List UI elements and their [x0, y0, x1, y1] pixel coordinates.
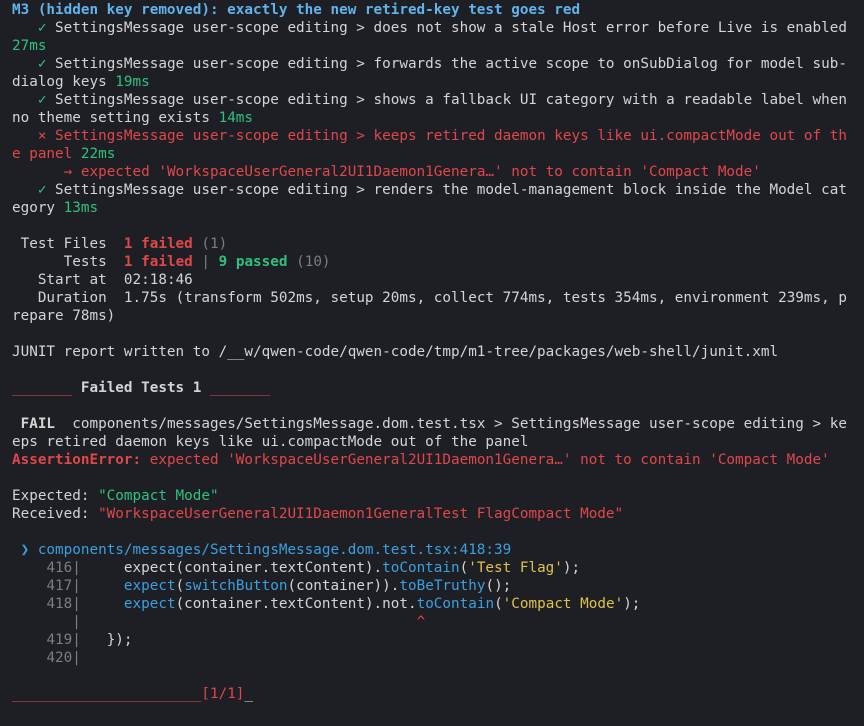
failed-tests-heading: _______ Failed Tests 1 _______	[12, 380, 271, 396]
fail-cross-icon: ×	[37, 128, 47, 144]
fail-test-path: components/messages/SettingsMessage.dom.…	[12, 416, 847, 450]
code-line: 417| expect(switchButton(container)).toB…	[46, 578, 512, 594]
test-name: SettingsMessage user-scope editing > sho…	[12, 92, 856, 126]
code-line: 419| });	[46, 632, 133, 648]
test-duration: 19ms	[115, 74, 150, 90]
test-duration: 13ms	[63, 200, 99, 216]
test-duration: 22ms	[80, 146, 116, 162]
source-location: ❯ components/messages/SettingsMessage.do…	[12, 541, 852, 559]
code-line: 420|	[46, 650, 81, 666]
pass-check-icon: ✓	[37, 20, 47, 36]
test-duration: 14ms	[218, 110, 254, 126]
terminal: M3 (hidden key removed): exactly the new…	[0, 0, 864, 703]
code-caret-line: | ^	[12, 614, 426, 630]
summary-tests: Tests 1 failed | 9 passed (10)	[63, 254, 331, 270]
assertion-error: AssertionError: expected 'WorkspaceUserG…	[12, 452, 830, 468]
test-row: ✓ SettingsMessage user-scope editing > d…	[12, 19, 852, 55]
expected-line: Expected: "Compact Mode"	[12, 488, 219, 504]
pass-check-icon: ✓	[37, 182, 47, 198]
chevron-right-icon: ❯	[20, 542, 30, 558]
summary-start: Start at 02:18:46	[37, 272, 193, 288]
test-name: SettingsMessage user-scope editing > ren…	[12, 182, 847, 216]
test-row: ✓ SettingsMessage user-scope editing > r…	[12, 181, 852, 217]
section-header: M3 (hidden key removed): exactly the new…	[12, 2, 581, 18]
test-error-message: → expected 'WorkspaceUserGeneral2UI1Daem…	[63, 164, 761, 180]
fail-block-title: FAIL components/messages/SettingsMessage…	[12, 415, 852, 451]
code-line: 416| expect(container.textContent).toCon…	[46, 560, 581, 576]
junit-report-line: JUNIT report written to /__w/qwen-code/q…	[12, 344, 779, 360]
test-name: SettingsMessage user-scope editing > kee…	[12, 128, 847, 162]
code-line: 418| expect(container.textContent).not.t…	[46, 596, 641, 612]
source-location-link[interactable]: components/messages/SettingsMessage.dom.…	[38, 542, 511, 558]
test-duration: 27ms	[12, 38, 47, 54]
received-line: Received: "WorkspaceUserGeneral2UI1Daemo…	[12, 506, 624, 522]
failure-counter: [1/1]	[201, 686, 245, 702]
pass-check-icon: ✓	[37, 56, 47, 72]
pass-check-icon: ✓	[37, 92, 47, 108]
summary-duration: Duration 1.75s (transform 502ms, setup 2…	[12, 290, 847, 324]
test-row-failed: × SettingsMessage user-scope editing > k…	[12, 127, 852, 163]
test-row: ✓ SettingsMessage user-scope editing > s…	[12, 91, 852, 127]
summary-test-files: Test Files 1 failed (1)	[20, 236, 228, 252]
fail-badge: FAIL	[20, 416, 56, 432]
footer-rule: ______________________[1/1]_	[12, 686, 254, 702]
test-row: ✓ SettingsMessage user-scope editing > f…	[12, 55, 852, 91]
terminal-cursor: _	[244, 686, 254, 702]
test-name: SettingsMessage user-scope editing > doe…	[55, 20, 856, 36]
